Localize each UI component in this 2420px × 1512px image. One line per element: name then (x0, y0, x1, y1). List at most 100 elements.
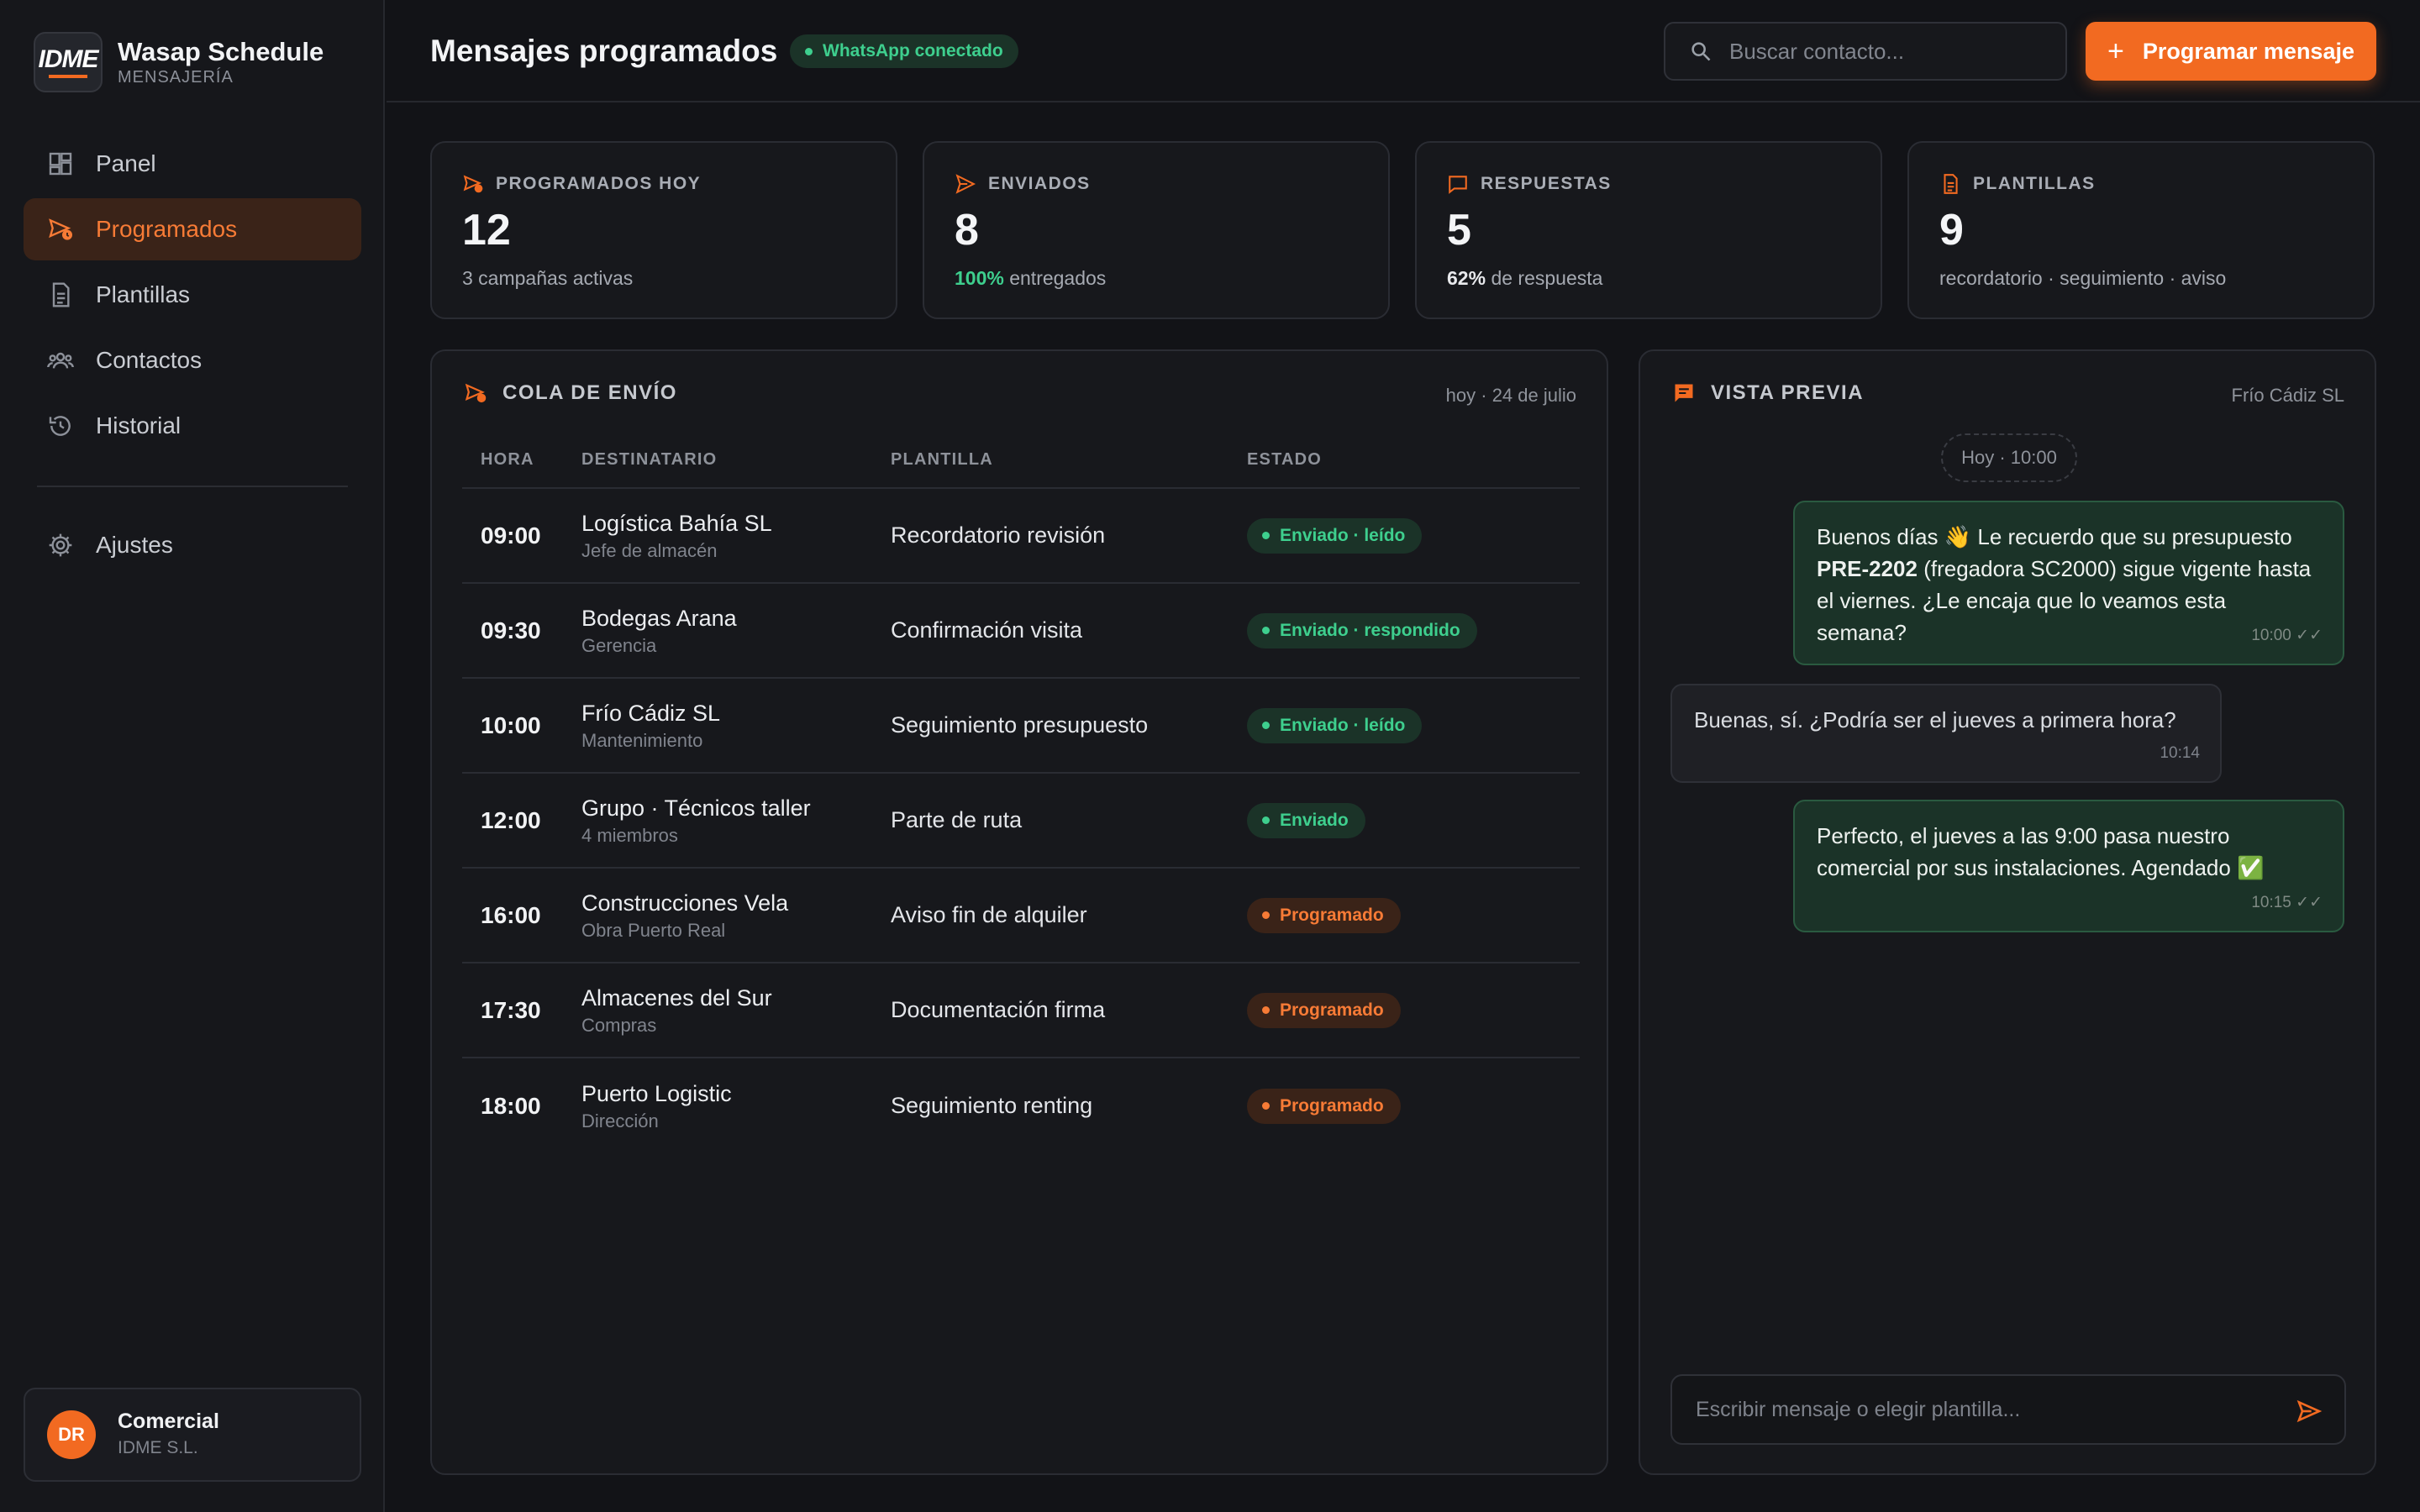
history-icon (49, 416, 71, 436)
people-icon (47, 352, 74, 369)
recipient-name: Frío Cádiz SL (581, 700, 721, 726)
day-separator: Hoy · 10:00 (1941, 433, 2077, 482)
row-template: Seguimiento renting (891, 1093, 1093, 1118)
row-time: 09:00 (481, 522, 541, 549)
panel-title: COLA DE ENVÍO (502, 381, 677, 404)
status-badge: Enviado · leído (1247, 707, 1423, 743)
status-badge: Programado (1247, 897, 1401, 933)
sidebar-item-ajustes[interactable]: Ajustes (24, 514, 361, 576)
message-composer[interactable] (1670, 1374, 2346, 1445)
queue-date: hoy · 24 de julio (1445, 385, 1576, 406)
sidebar-item-panel[interactable]: Panel (24, 133, 361, 195)
user-card[interactable]: DR Comercial IDME S.L. (24, 1388, 361, 1482)
table-row[interactable]: 09:30 Bodegas Arana Gerencia Confirmación… (462, 584, 1580, 679)
stat-value: 12 (462, 206, 511, 255)
recipient-name: Construcciones Vela (581, 890, 789, 916)
search-box[interactable] (1664, 22, 2067, 81)
stat-value: 5 (1447, 206, 1471, 255)
table-row[interactable]: 09:00 Logística Bahía SL Jefe de almacén … (462, 489, 1580, 584)
sidebar-item-historial[interactable]: Historial (24, 395, 361, 457)
row-time: 17:30 (481, 996, 541, 1023)
message-time: 10:15 ✓✓ (2251, 894, 2323, 911)
stat-label: RESPUESTAS (1481, 174, 1612, 193)
sidebar-item-label: Plantillas (96, 281, 191, 307)
sidebar-item-contactos[interactable]: Contactos (24, 329, 361, 391)
recipient-name: Almacenes del Sur (581, 984, 772, 1011)
row-time: 16:00 (481, 901, 541, 928)
status-badge: WhatsApp conectado (790, 34, 1018, 68)
recipient-role: Jefe de almacén (581, 539, 718, 561)
message-bubble-outgoing: Buenos días 👋 Le recuerdo que su presupu… (1793, 501, 2344, 665)
row-time: 09:30 (481, 617, 541, 643)
row-template: Documentación firma (891, 997, 1106, 1022)
sidebar-item-label: Programados (96, 216, 238, 242)
row-template: Recordatorio revisión (891, 522, 1106, 548)
status-dot (805, 47, 813, 55)
stat-card-sent: ENVIADOS 8 100% entregados (923, 141, 1390, 319)
sidebar-item-label: Historial (96, 412, 182, 438)
column-header[interactable]: PLANTILLA (891, 450, 1247, 470)
row-time: 10:00 (481, 711, 541, 738)
dashboard-icon (49, 152, 72, 176)
row-template: Aviso fin de alquiler (891, 902, 1087, 927)
queue-table: HORA DESTINATARIO PLANTILLA ESTADO 09:00… (462, 432, 1580, 1153)
idme-logo: IDME (34, 32, 103, 92)
column-header[interactable]: DESTINATARIO (581, 450, 891, 470)
scheduled-send-icon (49, 218, 72, 240)
recipient-role: Mantenimiento (581, 729, 703, 751)
stat-sub: 62% de respuesta (1447, 267, 1603, 289)
table-row[interactable]: 12:00 Grupo · Técnicos taller 4 miembros … (462, 774, 1580, 869)
nav-divider (37, 486, 348, 487)
scheduled-send-icon (465, 383, 487, 403)
message-time: 10:14 (2160, 744, 2200, 762)
avatar: DR (47, 1410, 96, 1459)
schedule-message-button[interactable]: + Programar mensaje (2086, 22, 2376, 81)
row-template: Parte de ruta (891, 807, 1023, 832)
search-icon (1691, 42, 1711, 61)
table-row[interactable]: 18:00 Puerto Logistic Dirección Seguimien… (462, 1058, 1580, 1153)
stat-value: 8 (955, 206, 979, 255)
stat-card-scheduled: PROGRAMADOS HOY 12 3 campañas activas (430, 141, 897, 319)
column-header[interactable]: ESTADO (1247, 450, 1580, 470)
recipient-name: Grupo · Técnicos taller (581, 795, 811, 821)
recipient-role: Compras (581, 1014, 657, 1036)
stat-card-replies: RESPUESTAS 5 62% de respuesta (1415, 141, 1882, 319)
row-template: Confirmación visita (891, 617, 1083, 643)
brand[interactable]: IDME Wasap Schedule MENSAJERÍA (34, 32, 324, 92)
recipient-role: Gerencia (581, 634, 657, 656)
chat-icon (1675, 384, 1693, 402)
sidebar-item-plantillas[interactable]: Plantillas (24, 264, 361, 326)
document-icon (52, 282, 70, 307)
message-input[interactable] (1696, 1397, 2267, 1422)
stat-card-templates: PLANTILLAS 9 recordatorio · seguimiento … (1907, 141, 2375, 319)
plus-icon: + (2107, 35, 2124, 67)
search-input[interactable] (1729, 38, 2049, 65)
stat-sub: recordatorio · seguimiento · aviso (1939, 267, 2227, 289)
stat-label: ENVIADOS (988, 174, 1091, 193)
table-row[interactable]: 10:00 Frío Cádiz SL Mantenimiento Seguimi… (462, 679, 1580, 774)
preview-contact: Frío Cádiz SL (2231, 385, 2345, 406)
table-row[interactable]: 17:30 Almacenes del Sur Compras Documenta… (462, 963, 1580, 1058)
gear-icon (49, 533, 72, 557)
recipient-name: Logística Bahía SL (581, 510, 772, 536)
table-header: HORA DESTINATARIO PLANTILLA ESTADO (462, 432, 1580, 489)
sidebar-item-programados[interactable]: Programados (24, 198, 361, 260)
status-badge: Enviado · respondido (1247, 612, 1477, 648)
table-row[interactable]: 16:00 Construcciones Vela Obra Puerto Rea… (462, 869, 1580, 963)
page-title: Mensajes programados (430, 34, 778, 68)
stat-label: PROGRAMADOS HOY (496, 174, 702, 193)
sidebar-item-label: Contactos (96, 347, 203, 373)
sidebar-item-label: Panel (96, 150, 156, 176)
logo-text: IDME (38, 45, 99, 73)
column-header[interactable]: HORA (462, 450, 581, 470)
scheduled-send-icon (463, 175, 483, 193)
stat-sub: 3 campañas activas (462, 267, 634, 289)
send-icon[interactable] (2296, 1398, 2323, 1425)
sidebar-nav: Panel Programados Plantillas Contactos H… (24, 133, 361, 580)
recipient-role: Dirección (581, 1110, 659, 1131)
status-badge-label: WhatsApp conectado (823, 41, 1003, 60)
message-bubble-incoming: Buenas, sí. ¿Podría ser el jueves a prim… (1670, 684, 2222, 783)
app-title: Wasap Schedule (118, 37, 324, 66)
user-org: IDME S.L. (118, 1438, 198, 1457)
send-queue-panel: COLA DE ENVÍO hoy · 24 de julio HORA DES… (430, 349, 1608, 1475)
